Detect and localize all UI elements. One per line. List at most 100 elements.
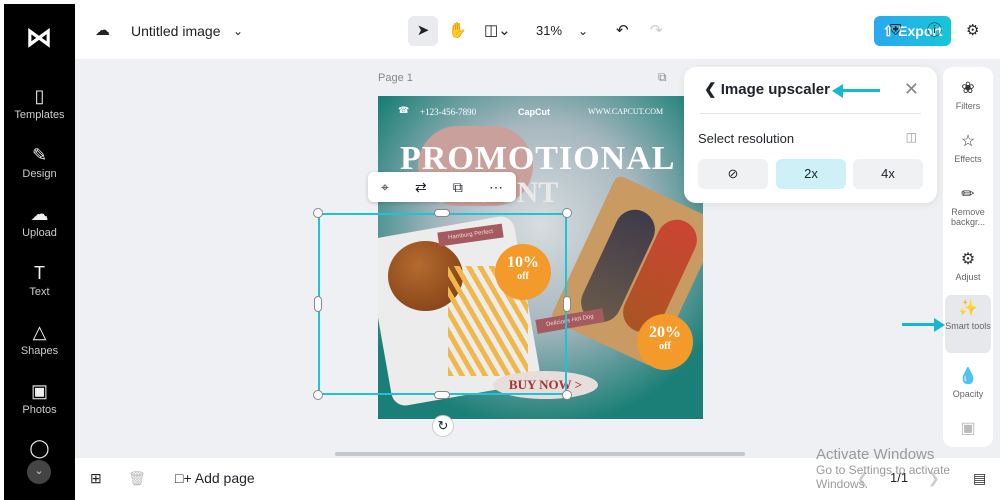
discount-badge: 20% off (637, 314, 693, 370)
activate-windows-watermark: Activate Windows Go to Settings to activ… (816, 446, 1000, 491)
replace-icon[interactable]: ⇄ (415, 179, 427, 196)
add-page-button[interactable]: □+ Add page (175, 470, 255, 486)
sidebar-item-stickers[interactable]: ◯ (4, 438, 75, 461)
tool-filters[interactable]: ❀ Filters (945, 79, 991, 111)
duplicate-page-icon[interactable]: ⧉ (658, 70, 667, 85)
more-items-button[interactable]: ⌄ (27, 460, 51, 484)
resize-handle[interactable] (313, 390, 323, 400)
image-upscaler-panel: ❮ Image upscaler ✕ Select resolution ◫ ⊘… (684, 67, 937, 203)
opacity-icon: 💧 (958, 368, 978, 385)
tool-label: Opacity (952, 389, 984, 399)
resolution-none-button[interactable]: ⊘ (698, 159, 768, 189)
tool-label: Filters (955, 101, 981, 111)
resize-handle[interactable] (434, 391, 450, 399)
sticker-icon: ◯ (29, 438, 50, 458)
annotation-arrow (842, 89, 880, 92)
page-label: Page 1 (378, 72, 413, 84)
tool-label: Effects (954, 154, 982, 164)
more-icon[interactable]: ⋯ (489, 179, 503, 196)
left-sidebar: ⋈ ▯ Templates ✎ Design ☁ Upload T Text △ Shap… (4, 4, 85, 500)
tool-smart-tools[interactable]: ✨ Smart tools (945, 295, 991, 353)
resize-handle[interactable] (562, 208, 572, 218)
tool-label: Adjust (955, 272, 981, 282)
duplicate-icon[interactable]: ⧉ (453, 179, 463, 196)
annotation-arrow (902, 323, 936, 326)
watermark-line1: Activate Windows (816, 446, 935, 463)
hand-tool-icon[interactable]: ✋ (448, 16, 467, 46)
zoom-chevron-down-icon[interactable]: ⌄ (578, 16, 588, 46)
tool-label: Smart tools (945, 321, 991, 331)
sidebar-item-label: Text (29, 286, 50, 298)
design-icon: ✎ (31, 145, 48, 165)
resize-handle[interactable] (314, 296, 322, 312)
capcut-logo[interactable]: ⋈ (24, 22, 54, 52)
select-tool-button[interactable]: ➤ (408, 16, 438, 46)
resolution-4x-button[interactable]: 4x (853, 159, 923, 189)
resize-handle[interactable] (563, 296, 571, 312)
tool-effects[interactable]: ☆ Effects (945, 132, 991, 164)
add-page-plus-icon: □+ (175, 470, 195, 486)
sidebar-item-templates[interactable]: ▯ Templates (4, 86, 75, 121)
photos-icon: ▣ (30, 381, 48, 401)
magic-wand-icon: ✨ (958, 300, 978, 317)
context-toolbar: ⌖ ⇄ ⧉ ⋯ (368, 172, 516, 202)
tool-opacity[interactable]: 💧 Opacity (945, 367, 991, 399)
adjust-icon: ⚙ (960, 251, 976, 268)
horizontal-scrollbar[interactable] (335, 452, 745, 456)
shapes-icon: △ (32, 322, 47, 342)
compare-icon[interactable]: ◫ (906, 130, 917, 144)
sidebar-item-label: Photos (22, 404, 57, 416)
effects-icon: ☆ (960, 133, 976, 150)
tool-remove-background[interactable]: ✏ Remove backgr... (945, 185, 991, 227)
undo-icon[interactable]: ↶ (616, 16, 629, 46)
back-icon[interactable]: ❮ (704, 81, 721, 98)
select-resolution-label: Select resolution (698, 131, 795, 146)
tool-adjust[interactable]: ⚙ Adjust (945, 250, 991, 282)
delete-icon[interactable]: 🗑 (128, 470, 146, 487)
resize-handle[interactable] (562, 390, 572, 400)
sidebar-item-text[interactable]: T Text (4, 263, 75, 298)
resize-handle[interactable] (313, 208, 323, 218)
text-icon: T (34, 263, 45, 283)
poster-brand: CapCut (518, 107, 550, 117)
sidebar-item-design[interactable]: ✎ Design (4, 145, 75, 180)
crop-icon[interactable]: ⌖ (381, 179, 389, 196)
title-chevron-down-icon[interactable]: ⌄ (233, 16, 243, 46)
tool-label: Remove backgr... (950, 207, 986, 227)
badge-off: off (659, 341, 671, 352)
sidebar-item-label: Shapes (20, 345, 59, 357)
sidebar-item-label: Templates (14, 109, 65, 121)
document-title[interactable]: Untitled image (131, 16, 221, 46)
sidebar-item-label: Design (22, 168, 57, 180)
none-icon: ⊘ (727, 166, 739, 181)
help-icon[interactable]: ⓘ (927, 16, 942, 46)
poster-website: WWW.CAPCUT.COM (588, 107, 664, 116)
watermark-line2: Go to Settings to activate Windows. (816, 463, 951, 491)
resolution-2x-button[interactable]: 2x (776, 159, 846, 189)
add-page-label: Add page (194, 470, 255, 486)
selection-box[interactable] (318, 213, 567, 395)
resize-handle[interactable] (434, 209, 450, 217)
annotation-arrowhead (934, 318, 945, 332)
rotate-handle[interactable]: ↻ (432, 415, 454, 437)
settings-icon[interactable]: ⚙ (966, 16, 979, 46)
poster-phone: +123-456-7890 (420, 107, 477, 117)
layout-icon[interactable]: ◫⌄ (484, 16, 511, 46)
badge-value: 20% (649, 324, 681, 341)
zoom-level[interactable]: 31% (536, 16, 562, 46)
sidebar-item-upload[interactable]: ☁ Upload (4, 204, 75, 239)
sidebar-item-photos[interactable]: ▣ Photos (4, 381, 75, 416)
tool-arrange[interactable]: ▣ (945, 419, 991, 441)
remove-background-icon: ✏ (961, 186, 975, 203)
annotation-arrowhead (832, 84, 843, 98)
close-icon[interactable]: ✕ (904, 79, 919, 100)
shield-icon[interactable]: ⛨ (890, 16, 901, 46)
arrange-icon: ▣ (960, 420, 976, 437)
sidebar-item-label: Upload (22, 227, 57, 239)
redo-icon[interactable]: ↷ (650, 16, 663, 46)
filters-icon: ❀ (961, 80, 975, 97)
divider (700, 113, 921, 114)
sidebar-item-shapes[interactable]: △ Shapes (4, 322, 75, 357)
add-page-icon[interactable]: ⊞ (90, 470, 102, 487)
cloud-sync-icon[interactable]: ☁ (95, 16, 110, 46)
